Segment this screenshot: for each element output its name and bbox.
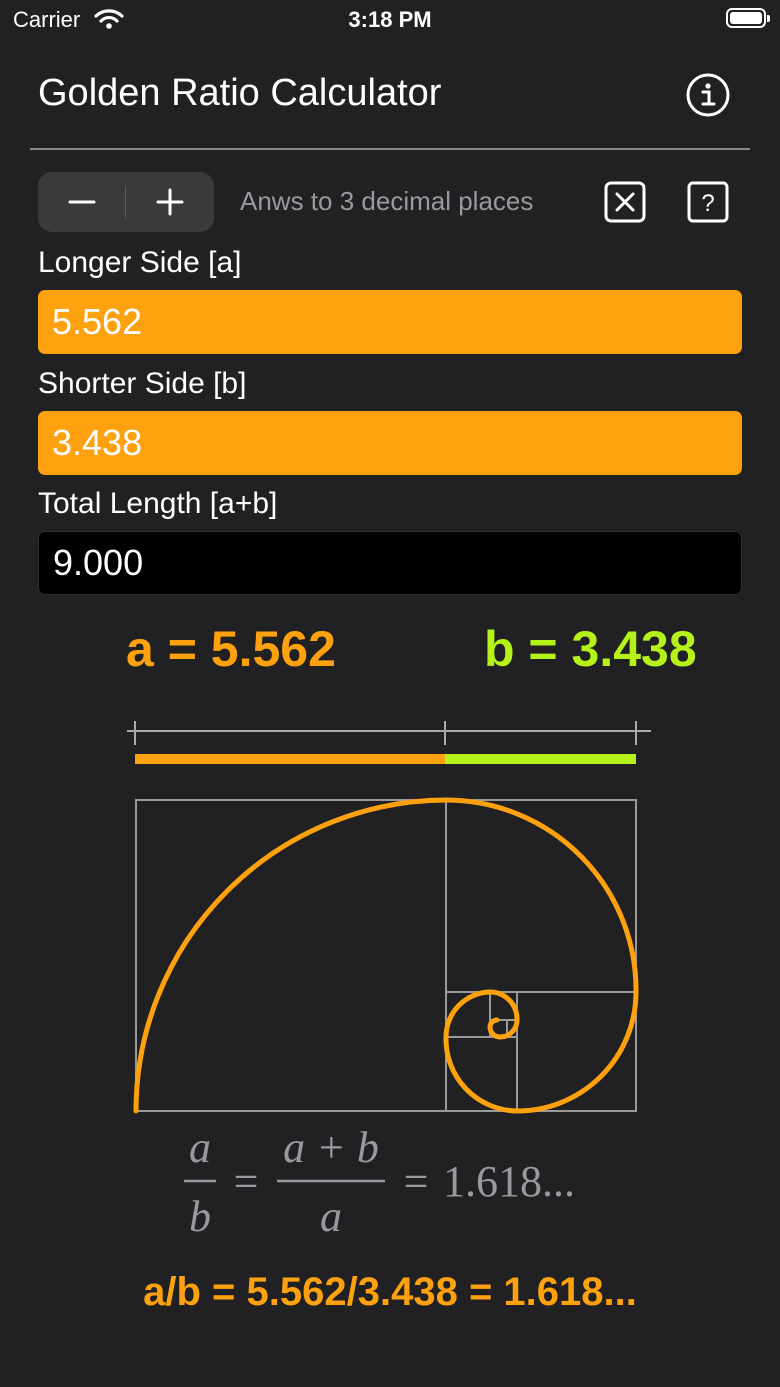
header-divider <box>30 148 750 150</box>
result-b: b = 3.438 <box>484 621 697 677</box>
result-a: a = 5.562 <box>126 621 336 677</box>
formula-right-denominator: a <box>320 1192 342 1241</box>
plus-icon <box>156 188 184 216</box>
formula-value: 1.618... <box>443 1157 575 1206</box>
clear-icon[interactable] <box>604 181 646 223</box>
status-bar: Carrier 3:18 PM <box>0 0 780 40</box>
formula-equals-1: = <box>234 1157 259 1206</box>
decrement-button[interactable] <box>38 172 126 232</box>
help-icon[interactable]: ? <box>687 181 729 223</box>
shorter-side-input[interactable]: 3.438 <box>38 411 742 475</box>
golden-spiral-diagram <box>127 721 651 1114</box>
increment-button[interactable] <box>126 172 214 232</box>
total-length-label: Total Length [a+b] <box>38 487 278 520</box>
page-title: Golden Ratio Calculator <box>38 72 442 114</box>
status-time: 3:18 PM <box>348 7 432 32</box>
formula-left-numerator: a <box>189 1123 211 1172</box>
minus-icon <box>68 200 96 204</box>
svg-text:?: ? <box>701 190 714 217</box>
formula-left-denominator: b <box>189 1192 211 1241</box>
longer-side-input[interactable]: 5.562 <box>38 290 742 354</box>
segment-b-bar <box>445 754 636 764</box>
longer-side-label: Longer Side [a] <box>38 246 242 279</box>
measure-scale <box>127 721 651 745</box>
info-icon[interactable] <box>686 73 730 117</box>
golden-rectangles <box>135 799 637 1112</box>
decimal-stepper[interactable] <box>38 172 214 232</box>
golden-spiral <box>133 797 639 1114</box>
total-length-input[interactable]: 9.000 <box>38 531 742 595</box>
golden-ratio-formula: a b = a + b a = 1.618... <box>184 1123 575 1241</box>
formula-equals-2: = <box>404 1157 429 1206</box>
battery-icon <box>726 8 770 28</box>
decimal-places-label: Anws to 3 decimal places <box>240 186 534 216</box>
segment-a-bar <box>135 754 445 764</box>
formula-right-numerator: a + b <box>283 1123 379 1172</box>
ratio-result: a/b = 5.562/3.438 = 1.618... <box>143 1270 637 1314</box>
shorter-side-label: Shorter Side [b] <box>38 367 247 400</box>
